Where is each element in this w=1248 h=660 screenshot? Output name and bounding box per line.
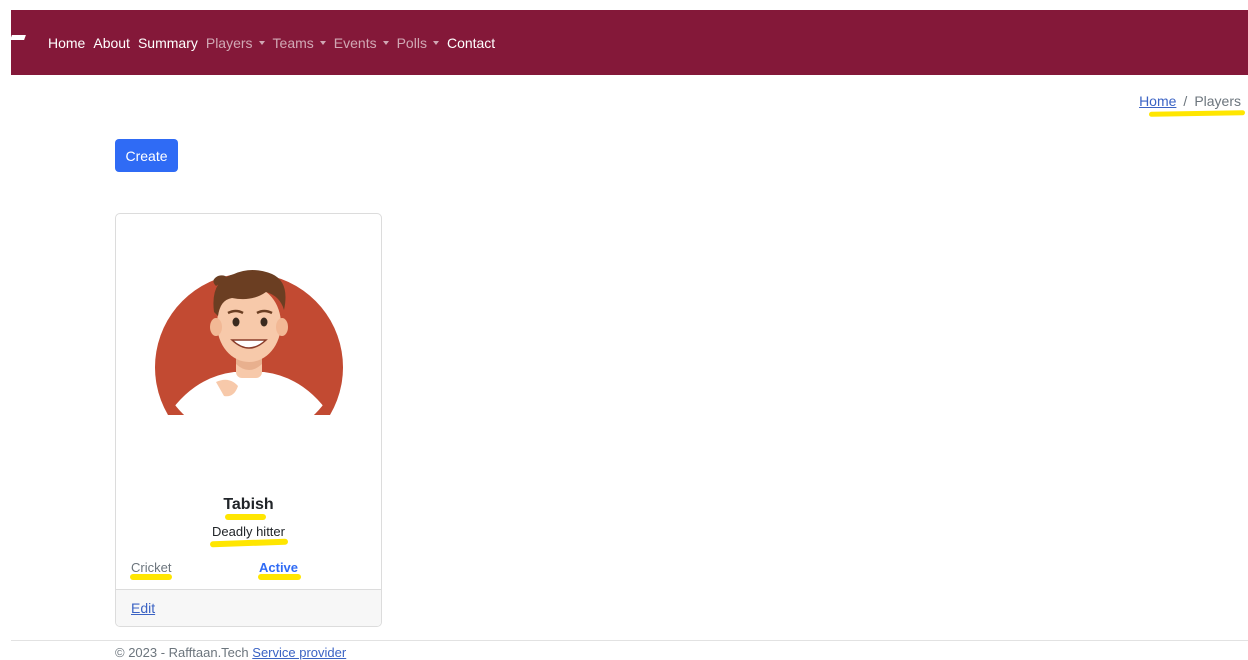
player-status: Active bbox=[259, 560, 299, 575]
breadcrumb-current: Players bbox=[1194, 93, 1241, 109]
avatar-illustration bbox=[155, 270, 343, 441]
nav-item-contact[interactable]: Contact bbox=[447, 35, 495, 51]
footer-divider bbox=[11, 640, 1248, 641]
nav-item-events[interactable]: Events bbox=[334, 35, 389, 51]
nav-item-label: Teams bbox=[272, 34, 314, 51]
nav-menu: Home About Summary Players Teams Events … bbox=[48, 10, 503, 75]
caret-down-icon bbox=[258, 40, 265, 45]
nav-item-summary[interactable]: Summary bbox=[138, 35, 198, 51]
nav-item-label: Summary bbox=[137, 34, 198, 51]
nav-item-polls[interactable]: Polls bbox=[397, 35, 439, 51]
breadcrumb-home-link[interactable]: Home bbox=[1139, 93, 1176, 109]
highlight-mark bbox=[209, 538, 289, 548]
breadcrumb-separator: / bbox=[1183, 93, 1188, 109]
player-avatar bbox=[154, 252, 344, 452]
nav-item-home[interactable]: Home bbox=[48, 35, 85, 51]
brand-logo[interactable] bbox=[10, 35, 26, 40]
nav-item-label: About bbox=[93, 34, 130, 51]
player-card: Tabish Deadly hitter Cricket Active Edit bbox=[115, 213, 382, 627]
nav-item-label: Events bbox=[333, 34, 377, 51]
caret-down-icon bbox=[382, 40, 389, 45]
breadcrumb: Home / Players bbox=[1139, 93, 1241, 109]
caret-down-icon bbox=[432, 40, 439, 45]
caret-down-icon bbox=[319, 40, 326, 45]
nav-item-label: Polls bbox=[396, 34, 427, 51]
card-footer: Edit bbox=[116, 589, 381, 626]
nav-item-teams[interactable]: Teams bbox=[273, 35, 326, 51]
player-sport: Cricket bbox=[131, 560, 172, 575]
nav-item-players[interactable]: Players bbox=[206, 35, 265, 51]
nav-item-label: Players bbox=[205, 34, 253, 51]
navbar: Home About Summary Players Teams Events … bbox=[10, 10, 1248, 75]
page-footer: © 2023 - Rafftaan.Tech Service provider bbox=[115, 645, 346, 660]
nav-item-about[interactable]: About bbox=[93, 35, 130, 51]
nav-item-label: Contact bbox=[446, 34, 496, 51]
footer-copyright: © 2023 - Rafftaan.Tech bbox=[115, 645, 249, 660]
highlight-mark bbox=[225, 514, 266, 520]
player-name: Tabish bbox=[223, 496, 274, 513]
create-button[interactable]: Create bbox=[115, 139, 178, 172]
edit-link[interactable]: Edit bbox=[131, 600, 155, 616]
nav-item-label: Home bbox=[48, 34, 86, 51]
service-provider-link[interactable]: Service provider bbox=[252, 645, 346, 660]
highlight-mark bbox=[1148, 110, 1246, 117]
player-description: Deadly hitter bbox=[212, 524, 285, 539]
